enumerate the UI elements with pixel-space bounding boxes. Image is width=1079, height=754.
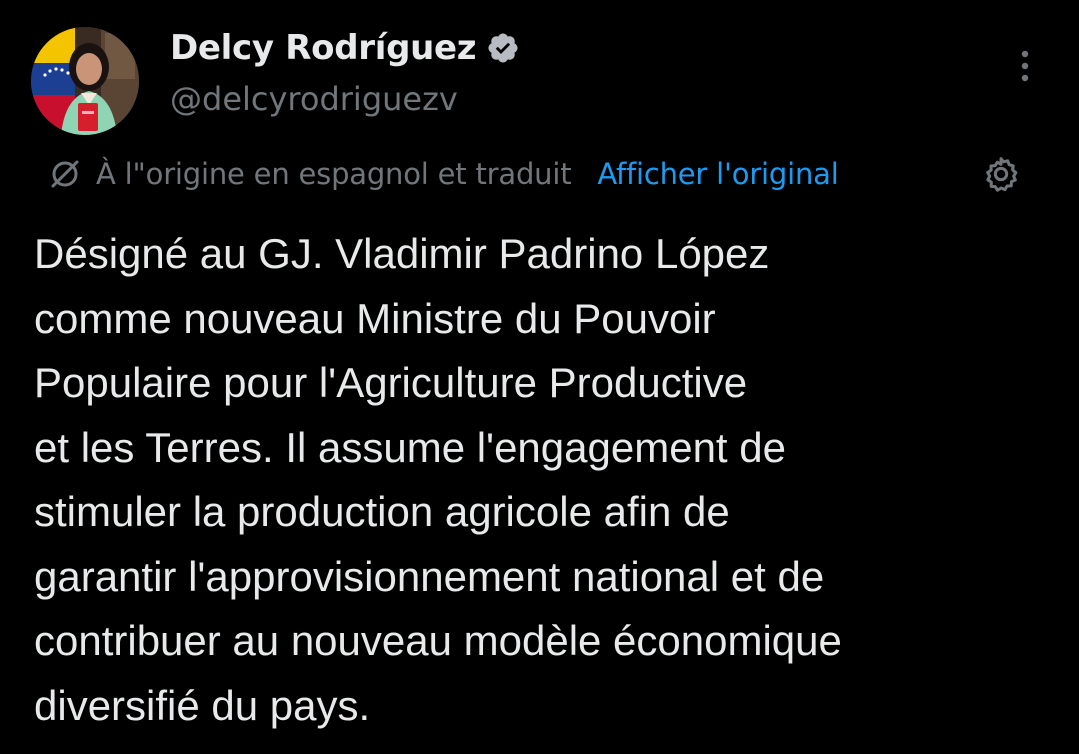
author-name-row: Delcy Rodríguez <box>170 26 520 70</box>
gear-icon[interactable] <box>981 154 1021 194</box>
tweet-text-line: comme nouveau Ministre du Pouvoir <box>34 294 716 342</box>
tweet-text-line: garantir l'approvisionnement national et… <box>34 552 825 600</box>
tweet-text-line: Populaire pour l'Agriculture Productive <box>34 359 748 406</box>
tweet-text-line: contribuer au nouveau modèle économique <box>34 617 842 664</box>
translation-bar: À l"origine en espagnol et traduit Affic… <box>48 152 839 196</box>
show-original-link[interactable]: Afficher l'original <box>597 157 838 191</box>
avatar-image <box>31 27 139 135</box>
verified-badge-icon <box>486 31 520 65</box>
avatar[interactable] <box>31 27 139 135</box>
translate-icon <box>48 157 82 191</box>
more-vertical-icon[interactable] <box>1010 48 1040 88</box>
tweet-text-line: diversifié du pays. <box>34 681 371 729</box>
tweet-text-line: Désigné au GJ. Vladimir Padrino López <box>34 230 770 277</box>
tweet: Delcy Rodríguez @delcyrodriguezv À l"ori… <box>0 0 1079 754</box>
tweet-text-line: stimuler la production agricole afin de <box>34 488 730 535</box>
tweet-text-line: et les Terres. Il assume l'engagement de <box>34 423 786 471</box>
author-handle[interactable]: @delcyrodriguezv <box>170 80 458 118</box>
translation-notice: À l"origine en espagnol et traduit <box>96 157 572 191</box>
display-name[interactable]: Delcy Rodríguez <box>170 28 477 68</box>
tweet-text: Désigné au GJ. Vladimir Padrino López co… <box>34 222 1064 738</box>
